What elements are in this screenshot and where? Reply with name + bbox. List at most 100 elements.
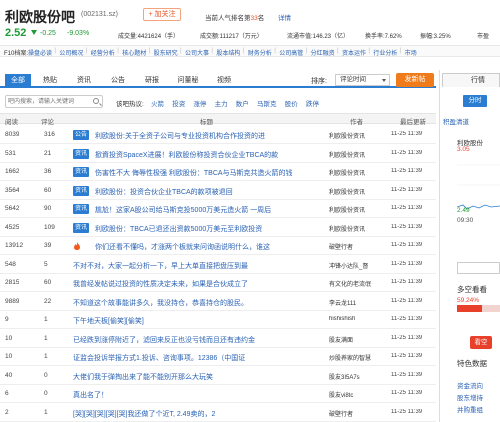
post-title-link[interactable]: 不对不对，大家一起分析一下，早上大单直接把盘压到最 — [73, 261, 327, 271]
bar-search[interactable] — [5, 95, 103, 108]
post-updated-time: 11-25 11:39 — [391, 408, 423, 415]
f10-link[interactable]: 分红融资 — [311, 48, 335, 57]
post-title-link[interactable]: 利欧股份：投资合伙企业TBCA的款项被退回 — [95, 187, 327, 197]
tab-1[interactable]: 热贴 — [35, 74, 65, 87]
post-title-link[interactable]: 你们还看不懂吗，才涨两个板就来问询函说明什么，谁这 — [95, 242, 327, 252]
post-author[interactable]: 李云龙111 — [329, 298, 387, 307]
tab-0[interactable]: 全部 — [5, 74, 31, 87]
f10-link[interactable]: 行业分析 — [373, 48, 397, 57]
tab-6[interactable]: 视频 — [209, 74, 239, 87]
table-header: 阅读 评论 标题 作者 最后更新 — [0, 113, 436, 126]
post-author[interactable]: 股友vi8tc — [329, 390, 387, 399]
read-count: 6 — [5, 390, 9, 397]
tab-3[interactable]: 公告 — [103, 74, 133, 87]
post-title-link[interactable]: [哭][哭][哭][哭][哭]我还做了个近T, 2.49卖的，2 — [73, 409, 327, 419]
post-type-badge: 资讯 — [73, 222, 90, 233]
hot-keyword[interactable]: 马斯克 — [257, 98, 277, 108]
follow-button[interactable]: + 加关注 — [143, 8, 181, 21]
tab-4[interactable]: 研报 — [137, 74, 167, 87]
table-row: 548 5 不对不对，大家一起分析一下，早上大单直接把盘压到最 冲锋小达队_督 11-2… — [0, 256, 436, 274]
f10-link[interactable]: 资本运作 — [342, 48, 366, 57]
post-title-link[interactable]: 证监会投诉举报方式1.投诉、咨询事项。12386（中国证 — [73, 353, 327, 363]
post-title-link[interactable]: 尴尬！这家A股公司给马斯克投5000万美元造火箭 一周后 — [95, 205, 327, 215]
special-data-link[interactable]: 并购重组 — [457, 404, 483, 414]
read-count: 531 — [5, 149, 16, 157]
post-title-link[interactable]: 利欧股份:关于全资子公司与专业投资机构合作投资的进 — [95, 131, 327, 141]
special-data-link[interactable]: 资金流向 — [457, 380, 483, 390]
comment-count: 39 — [44, 242, 52, 249]
intraday-button[interactable]: 分时 — [463, 95, 487, 107]
post-author[interactable]: 利欧股份资讯 — [329, 205, 387, 214]
post-author[interactable]: hishishish — [329, 316, 387, 322]
post-author[interactable]: 利欧股份资讯 — [329, 150, 387, 159]
post-author[interactable]: 股友3I5A7s — [329, 372, 387, 381]
table-row: 9 1 下午地天板[偷笑][偷笑] hishishish 11-25 11:39 — [0, 311, 436, 329]
quote-stat: 流通市值:146.23（亿） — [287, 31, 349, 40]
post-updated-time: 11-25 11:39 — [391, 297, 423, 304]
read-count: 40 — [5, 371, 13, 379]
f10-link[interactable]: 股东研究 — [154, 48, 178, 57]
hot-keyword[interactable]: 数户 — [236, 98, 249, 108]
special-data-link[interactable]: 股东增持 — [457, 392, 483, 402]
table-row: 1662 36 资讯 伤害性不大 侮辱性极强 利欧股份：TBCA与马斯克共造火箭的钱利… — [0, 163, 436, 181]
quote-row: 2.52 -0.25 -9.03% 成交量:4421624（手） 成交额:111… — [0, 27, 500, 41]
post-author[interactable]: 利欧股份资讯 — [329, 224, 387, 233]
hot-keyword[interactable]: 主力 — [215, 98, 228, 108]
post-title-link[interactable]: 利欧股份：TBCA已退还出资款5000万美元至利欧投资 — [95, 224, 327, 234]
post-author[interactable]: 利欧股份资讯 — [329, 187, 387, 196]
search-input[interactable] — [8, 97, 88, 107]
side-search-input[interactable] — [457, 262, 500, 274]
post-title-link[interactable]: 下午地天板[偷笑][偷笑] — [73, 316, 327, 326]
f10-separator: | — [211, 48, 213, 54]
new-post-button[interactable]: 发新帖 — [396, 73, 434, 87]
sort-select[interactable]: 评论时间 — [335, 74, 390, 86]
table-row: 2 1 [哭][哭][哭][哭][哭]我还做了个近T, 2.49卖的，2 破壁行者 11… — [0, 404, 436, 422]
hot-keyword[interactable]: 投资 — [172, 98, 185, 108]
post-author[interactable]: 破壁行者 — [329, 242, 387, 251]
live-link[interactable]: 积盈清道 — [443, 116, 469, 126]
post-type-badge: 公告 — [73, 130, 90, 140]
post-title-link[interactable]: 我曾经发帖说过投资的性质决定未来，如果是合伙成立了 — [73, 279, 327, 289]
tab-5[interactable]: 问董秘 — [171, 74, 205, 87]
read-count: 548 — [5, 260, 16, 268]
chevron-down-icon — [382, 79, 386, 82]
post-author[interactable]: 炒股养家的智慧 — [329, 353, 387, 362]
comment-count: 90 — [44, 205, 52, 212]
f10-link[interactable]: 公司高管 — [279, 48, 303, 57]
f10-link[interactable]: 公司概况 — [59, 48, 83, 57]
post-author[interactable]: 股友满面 — [329, 335, 387, 344]
post-title-link[interactable]: 真出名了！ — [73, 390, 327, 400]
post-author[interactable]: 利欧股份资讯 — [329, 168, 387, 177]
f10-nav: F10档案: 操盘必读 | 公司概况 | 经营分析 | 核心题材 | 股东研究 | 公司大事 | 股本结… — [0, 45, 500, 57]
stat-label: 流通市值: — [287, 34, 313, 40]
f10-link[interactable]: 公司大事 — [185, 48, 209, 57]
f10-link[interactable]: 核心题材 — [122, 48, 146, 57]
down-arrow-icon — [31, 30, 37, 35]
hot-keyword[interactable]: 股价 — [285, 98, 298, 108]
tab-market[interactable]: 行情 — [442, 73, 500, 87]
post-author[interactable]: 有文化的老流氓 — [329, 279, 387, 288]
f10-link[interactable]: 财务分析 — [248, 48, 272, 57]
post-title-link[interactable]: 已经跌到涨停附近了，滤回来反正也没亏钱而且还有违约金 — [73, 335, 327, 345]
rank-detail-link[interactable]: 详情 — [278, 12, 291, 22]
post-author[interactable]: 破壁行者 — [329, 409, 387, 418]
post-title-link[interactable]: 伤害性不大 侮辱性极强 利欧股份：TBCA与马斯克共造火箭的钱 — [95, 168, 327, 178]
post-title-link[interactable]: 不知道这个故事能讲多久，我没持仓，恭喜持仓的股民。 — [73, 298, 327, 308]
divider — [439, 70, 440, 422]
post-updated-time: 11-25 11:39 — [391, 316, 423, 322]
f10-link[interactable]: 股本结构 — [216, 48, 240, 57]
bearish-button[interactable]: 看空 — [470, 336, 492, 349]
hot-keyword[interactable]: 涨停 — [193, 98, 206, 108]
post-author[interactable]: 冲锋小达队_督 — [329, 261, 387, 270]
post-author[interactable]: 利欧股份资讯 — [329, 131, 387, 140]
search-icon[interactable] — [93, 98, 99, 104]
f10-link[interactable]: 操盘必读 — [28, 48, 52, 57]
f10-link[interactable]: 经营分析 — [91, 48, 115, 57]
hot-keyword[interactable]: 跌停 — [306, 98, 319, 108]
post-title-link[interactable]: 掀資投资SpaceX进展！利欧股份称投资合伙企业TBCA的款 — [95, 150, 327, 160]
tab-2[interactable]: 资讯 — [69, 74, 99, 87]
hot-keyword[interactable]: 火箭 — [151, 98, 164, 108]
post-title-link[interactable]: 大佬们我于弹掏出来了能不能别开那么大玩笑 — [73, 372, 327, 382]
f10-link[interactable]: 市场 — [405, 48, 417, 57]
table-row: 40 0 大佬们我于弹掏出来了能不能别开那么大玩笑 股友3I5A7s 11-25 11:… — [0, 367, 436, 385]
